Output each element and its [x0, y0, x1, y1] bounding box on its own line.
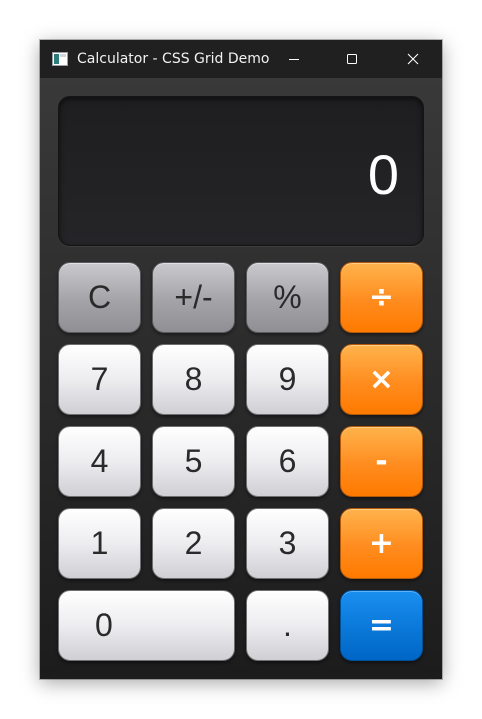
digit-7-button[interactable]: 7 — [58, 344, 141, 415]
minimize-icon — [289, 59, 299, 60]
display-value: 0 — [367, 143, 399, 206]
equals-button[interactable]: = — [340, 590, 423, 661]
calculator-body: 0 C +/- % ÷ 7 8 9 × 4 5 6 - 1 2 3 + 0 . … — [40, 78, 442, 679]
digit-8-button[interactable]: 8 — [152, 344, 235, 415]
calculator-window: Calculator - CSS Grid Demo 0 C +/- % ÷ 7… — [40, 40, 442, 679]
digit-9-button[interactable]: 9 — [246, 344, 329, 415]
digit-1-button[interactable]: 1 — [58, 508, 141, 579]
sign-toggle-button[interactable]: +/- — [152, 262, 235, 333]
clear-button[interactable]: C — [58, 262, 141, 333]
close-icon — [407, 53, 419, 65]
digit-2-button[interactable]: 2 — [152, 508, 235, 579]
decimal-button[interactable]: . — [246, 590, 329, 661]
digit-6-button[interactable]: 6 — [246, 426, 329, 497]
window-title: Calculator - CSS Grid Demo — [77, 51, 270, 67]
digit-4-button[interactable]: 4 — [58, 426, 141, 497]
close-button[interactable] — [384, 40, 442, 78]
digit-5-button[interactable]: 5 — [152, 426, 235, 497]
calculator-app-icon — [52, 52, 68, 66]
percent-button[interactable]: % — [246, 262, 329, 333]
multiply-button[interactable]: × — [340, 344, 423, 415]
display-panel: 0 — [58, 96, 424, 246]
title-bar[interactable]: Calculator - CSS Grid Demo — [40, 40, 442, 78]
maximize-icon — [347, 54, 357, 64]
digit-3-button[interactable]: 3 — [246, 508, 329, 579]
add-button[interactable]: + — [340, 508, 423, 579]
minimize-button[interactable] — [265, 40, 323, 78]
divide-button[interactable]: ÷ — [340, 262, 423, 333]
maximize-button[interactable] — [323, 40, 381, 78]
subtract-button[interactable]: - — [340, 426, 423, 497]
digit-0-button[interactable]: 0 — [58, 590, 235, 661]
